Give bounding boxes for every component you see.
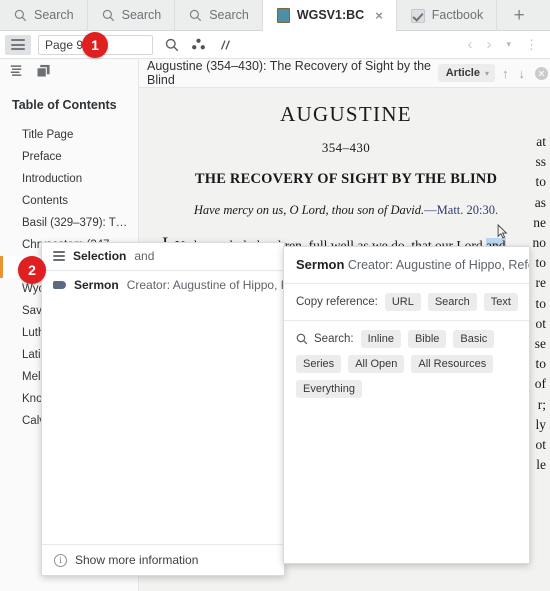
document-title: Augustine (354–430): The Recovery of Sig… <box>147 59 431 87</box>
search-options-row: Search: Inline Bible Basic Series All Op… <box>284 321 529 407</box>
search-inline-button[interactable]: Inline <box>360 330 401 348</box>
sermon-tag-icon <box>53 281 66 289</box>
panel-header-left-tools <box>0 58 139 88</box>
tab-label: Search <box>209 8 249 23</box>
chevron-down-icon: ▾ <box>484 68 489 78</box>
context-menu-item-sub: and <box>134 249 155 263</box>
callout-badge-2: 2 <box>18 256 46 284</box>
next-article-button[interactable]: ↓ <box>516 66 529 81</box>
show-more-information-label: Show more information <box>75 553 199 567</box>
detail-card-header: Sermon Creator: Augustine of Hippo, Refe… <box>284 247 529 284</box>
context-menu-spacer <box>42 298 284 544</box>
app-window: Search Search Search WGSV1:BC × Factbook <box>0 0 550 591</box>
document-heading: AUGUSTINE <box>280 102 412 126</box>
info-icon: i <box>54 553 67 567</box>
tab-label: Factbook <box>431 8 484 23</box>
double-slash-icon[interactable] <box>218 38 232 52</box>
tab-wgsv1-bc[interactable]: WGSV1:BC × <box>262 0 397 32</box>
tab-label: Search <box>34 8 74 23</box>
search-label-group: Search: <box>296 333 354 345</box>
back-button[interactable]: ‹ <box>460 36 479 53</box>
search-all-resources-button[interactable]: All Resources <box>411 355 494 373</box>
show-more-information-button[interactable]: i Show more information <box>42 544 284 575</box>
article-dropdown[interactable]: Article ▾ <box>437 64 495 82</box>
new-tab-button[interactable]: + <box>497 0 541 31</box>
search-all-open-button[interactable]: All Open <box>348 355 405 373</box>
search-bible-button[interactable]: Bible <box>407 330 447 348</box>
clipped-line: ne <box>533 214 546 230</box>
menu-icon[interactable] <box>5 34 31 55</box>
toc-item-contents[interactable]: Contents <box>0 190 138 212</box>
copy-url-button[interactable]: URL <box>384 293 421 311</box>
copy-panes-icon[interactable] <box>36 64 51 83</box>
three-dots-cluster-icon[interactable] <box>191 38 206 51</box>
article-dropdown-label: Article <box>445 67 480 79</box>
context-menu: Selection and Sermon Creator: Augustine … <box>41 242 334 576</box>
search-icon <box>296 333 308 345</box>
search-everything-button[interactable]: Everything <box>296 380 362 398</box>
document-epigraph: Have mercy on us, O Lord, thou son of Da… <box>162 203 530 218</box>
search-icon[interactable] <box>165 38 179 52</box>
search-basic-button[interactable]: Basic <box>453 330 495 348</box>
divider <box>42 270 284 271</box>
clipped-line: to <box>535 174 546 190</box>
toolbar-right-group: ‹ › ▾ ⋮ <box>460 36 550 53</box>
search-icon <box>14 9 27 22</box>
tab-label: WGSV1:BC <box>296 8 365 23</box>
tab-bar: Search Search Search WGSV1:BC × Factbook <box>0 0 550 32</box>
overflow-menu-icon[interactable]: ⋮ <box>519 38 544 51</box>
context-menu-item-selection[interactable]: Selection and <box>42 243 284 269</box>
checkbox-icon <box>410 8 425 23</box>
document-body: AUGUSTINE 354–430 THE RECOVERY OF SIGHT … <box>140 88 550 256</box>
tab-factbook[interactable]: Factbook <box>397 0 498 31</box>
epigraph-text: Have mercy on us, O Lord, thou son of Da… <box>193 203 425 217</box>
search-icon <box>102 9 114 22</box>
close-icon[interactable] <box>535 66 548 80</box>
toc-title: Table of Contents <box>12 98 117 112</box>
document-years: 354–430 <box>321 140 371 155</box>
chevron-down-icon[interactable]: ▾ <box>498 39 519 50</box>
selection-lines-icon <box>53 251 65 261</box>
tab-search-3[interactable]: Search <box>175 0 263 31</box>
document-subheading: THE RECOVERY OF SIGHT BY THE BLIND <box>194 171 498 187</box>
reference-detail-card: Sermon Creator: Augustine of Hippo, Refe… <box>283 246 530 564</box>
tab-search-1[interactable]: Search <box>0 0 88 31</box>
copy-reference-row: Copy reference: URL Search Text <box>284 284 529 321</box>
toc-item-preface[interactable]: Preface <box>0 146 138 168</box>
copy-search-button[interactable]: Search <box>427 293 477 311</box>
panel-header-main: Augustine (354–430): The Recovery of Sig… <box>139 59 550 88</box>
toc-item-basil[interactable]: Basil (329–379): The Cr… <box>0 212 138 234</box>
search-series-button[interactable]: Series <box>296 355 342 373</box>
panel-header: Augustine (354–430): The Recovery of Sig… <box>0 58 550 88</box>
context-menu-item-sermon[interactable]: Sermon Creator: Augustine of Hippo, Ref…… <box>42 272 334 298</box>
context-menu-item-label: Sermon <box>74 278 119 292</box>
clipped-line: at <box>536 134 546 149</box>
toc-item-introduction[interactable]: Introduction <box>0 168 138 190</box>
book-icon <box>276 8 290 23</box>
context-menu-item-label: Selection <box>73 249 127 263</box>
copy-text-button[interactable]: Text <box>483 293 518 311</box>
detail-card-title: Sermon <box>296 257 345 272</box>
toc-item-title-page[interactable]: Title Page <box>0 124 138 146</box>
search-icon <box>189 9 202 22</box>
callout-badge-1: 1 <box>82 32 108 58</box>
previous-article-button[interactable]: ↑ <box>499 66 512 81</box>
copy-reference-label: Copy reference: <box>296 296 378 308</box>
clipped-line: ss <box>535 154 546 170</box>
search-label: Search: <box>314 333 354 345</box>
detail-card-subtitle: Creator: Augustine of Hippo, Refer… <box>347 258 529 272</box>
close-icon[interactable]: × <box>375 9 383 22</box>
epigraph-reference[interactable]: —Matt. 20:30. <box>424 203 498 217</box>
tab-label: Search <box>121 8 162 23</box>
forward-button[interactable]: › <box>479 36 498 53</box>
outline-icon[interactable] <box>9 64 23 82</box>
tab-search-2[interactable]: Search <box>88 0 176 31</box>
clipped-line: as <box>534 194 546 210</box>
panel-header-controls: Article ▾ ↑ ↓ <box>437 64 550 82</box>
